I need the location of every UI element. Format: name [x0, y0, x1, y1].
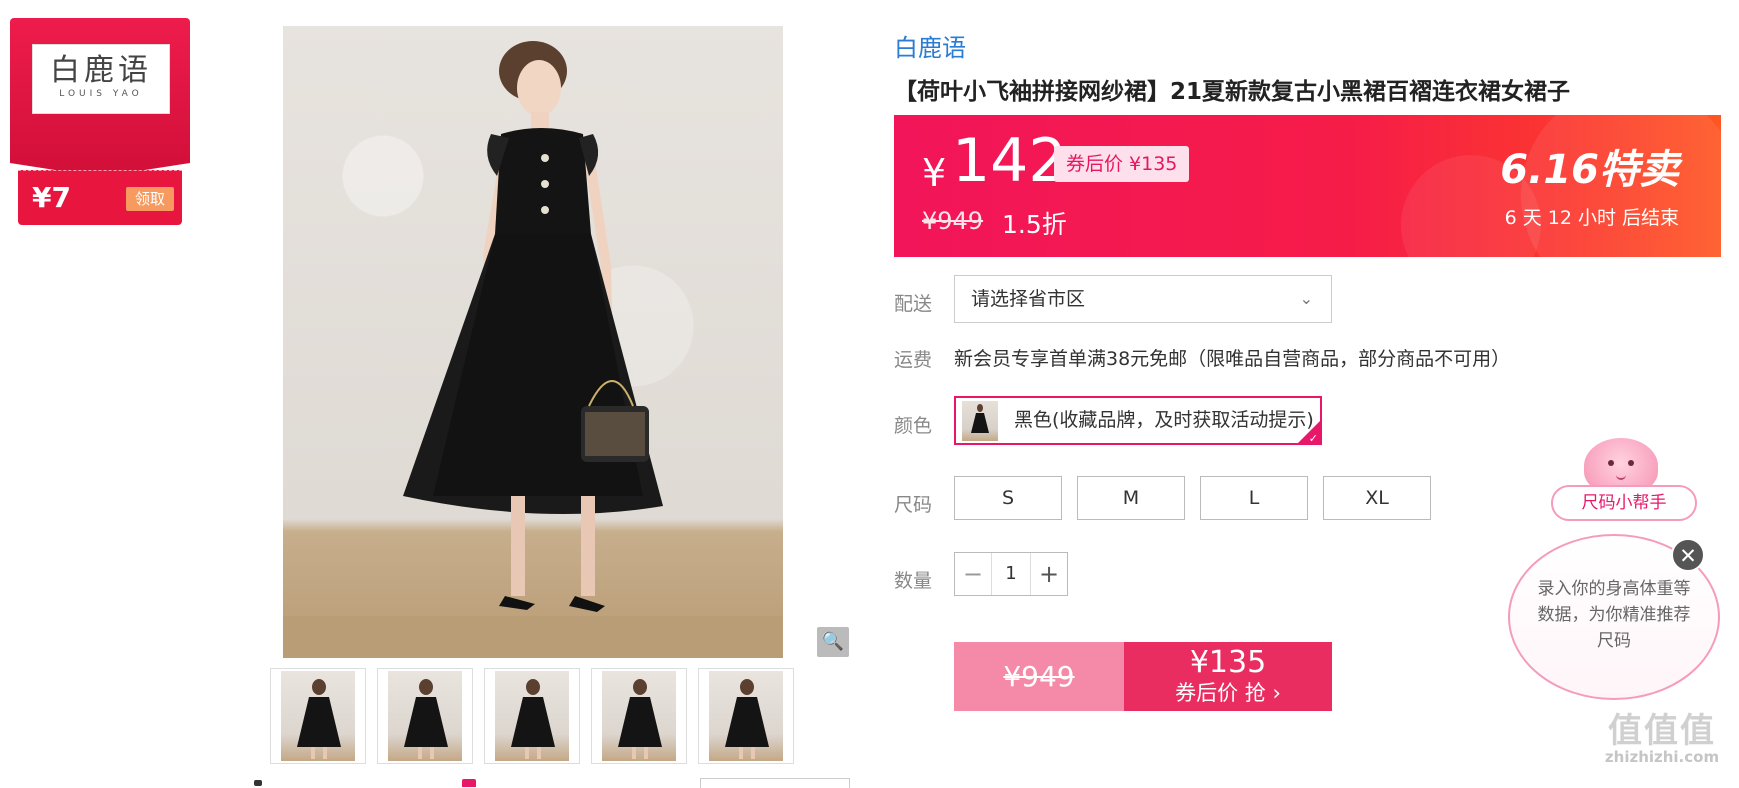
- region-select[interactable]: 请选择省市区 ⌄: [954, 275, 1332, 323]
- brand-coupon-card[interactable]: 白鹿语 LOUIS YAO ¥7 领取: [10, 18, 190, 225]
- site-watermark: 值值值: [1608, 711, 1716, 751]
- color-label: 颜色: [894, 415, 933, 437]
- price-currency: ¥: [922, 151, 947, 195]
- size-helper-button[interactable]: 尺码小帮手: [1551, 485, 1697, 521]
- cropped-element: [462, 779, 476, 787]
- buy-now-button[interactable]: ¥135 券后价 抢 ›: [1124, 642, 1332, 711]
- coupon-amount: ¥7: [32, 181, 71, 214]
- coupon-header: 白鹿语 LOUIS YAO: [10, 18, 190, 177]
- mascot-eye: [1608, 460, 1614, 466]
- site-watermark-url: zhizhizhi.com: [1604, 748, 1720, 766]
- claim-coupon-button[interactable]: 领取: [126, 187, 174, 211]
- buy-original-price[interactable]: ¥949: [954, 642, 1124, 711]
- brand-logo: 白鹿语 LOUIS YAO: [32, 44, 170, 114]
- quantity-stepper: − 1 +: [954, 552, 1068, 596]
- color-option-label: 黑色(收藏品牌，及时获取活动提示): [1014, 409, 1314, 431]
- thumbnail-4[interactable]: [591, 668, 687, 764]
- buy-action-label: 券后价 抢 ›: [1175, 681, 1281, 705]
- chevron-down-icon: ⌄: [1299, 289, 1313, 308]
- brand-link[interactable]: 白鹿语: [894, 28, 966, 63]
- shipping-fee-label: 运费: [894, 349, 933, 371]
- price-banner: ¥ 142 券后价 ¥135 ¥949 1.5折 6.16特卖 6 天 12 小…: [894, 115, 1721, 257]
- original-price: ¥949: [922, 207, 984, 235]
- brand-logo-cn: 白鹿语: [50, 53, 152, 88]
- magnifier-icon[interactable]: 🔍: [817, 627, 849, 657]
- promo-countdown: 6 天 12 小时 后结束: [1504, 207, 1679, 229]
- size-helper-message: 录入你的身高体重等数据，为你精准推荐尺码: [1537, 579, 1691, 651]
- size-option-m[interactable]: M: [1077, 476, 1185, 520]
- shipping-fee-text: 新会员专享首单满38元免邮（限唯品自营商品，部分商品不可用）: [954, 348, 1511, 370]
- coupon-price-badge: 券后价 ¥135: [1054, 146, 1190, 182]
- quantity-increase-button[interactable]: +: [1030, 553, 1067, 595]
- product-title: 【荷叶小飞袖拼接网纱裙】21夏新款复古小黑裙百褶连衣裙女裙子: [894, 79, 1571, 105]
- size-option-xl[interactable]: XL: [1323, 476, 1431, 520]
- thumbnail-strip: [270, 668, 795, 764]
- thumbnail-3[interactable]: [484, 668, 580, 764]
- mascot-mouth: [1616, 472, 1626, 480]
- color-option-black[interactable]: 黑色(收藏品牌，及时获取活动提示) ✓: [954, 396, 1322, 445]
- shipping-label: 配送: [894, 293, 933, 315]
- mascot-eye: [1628, 460, 1634, 466]
- discount-rate: 1.5折: [1002, 210, 1067, 239]
- thumbnail-2[interactable]: [377, 668, 473, 764]
- quantity-decrease-button[interactable]: −: [955, 553, 992, 595]
- thumbnail-5[interactable]: [698, 668, 794, 764]
- size-option-s[interactable]: S: [954, 476, 1062, 520]
- quantity-label: 数量: [894, 570, 933, 592]
- color-thumbnail: [962, 401, 998, 441]
- coupon-footer: ¥7 领取: [18, 170, 182, 225]
- brand-logo-en: LOUIS YAO: [59, 89, 143, 99]
- cropped-element: [254, 780, 262, 786]
- size-option-l[interactable]: L: [1200, 476, 1308, 520]
- size-label: 尺码: [894, 494, 933, 516]
- quantity-input[interactable]: 1: [991, 553, 1031, 595]
- region-select-value: 请选择省市区: [971, 288, 1086, 310]
- main-product-image[interactable]: [283, 26, 783, 658]
- model-figure: [283, 41, 783, 658]
- thumbnail-1[interactable]: [270, 668, 366, 764]
- check-icon: ✓: [1308, 432, 1318, 445]
- current-price: 142: [952, 126, 1067, 196]
- close-icon[interactable]: ✕: [1671, 538, 1705, 572]
- buy-price: ¥135: [1189, 645, 1267, 680]
- promo-title: 6.16特卖: [1500, 147, 1679, 193]
